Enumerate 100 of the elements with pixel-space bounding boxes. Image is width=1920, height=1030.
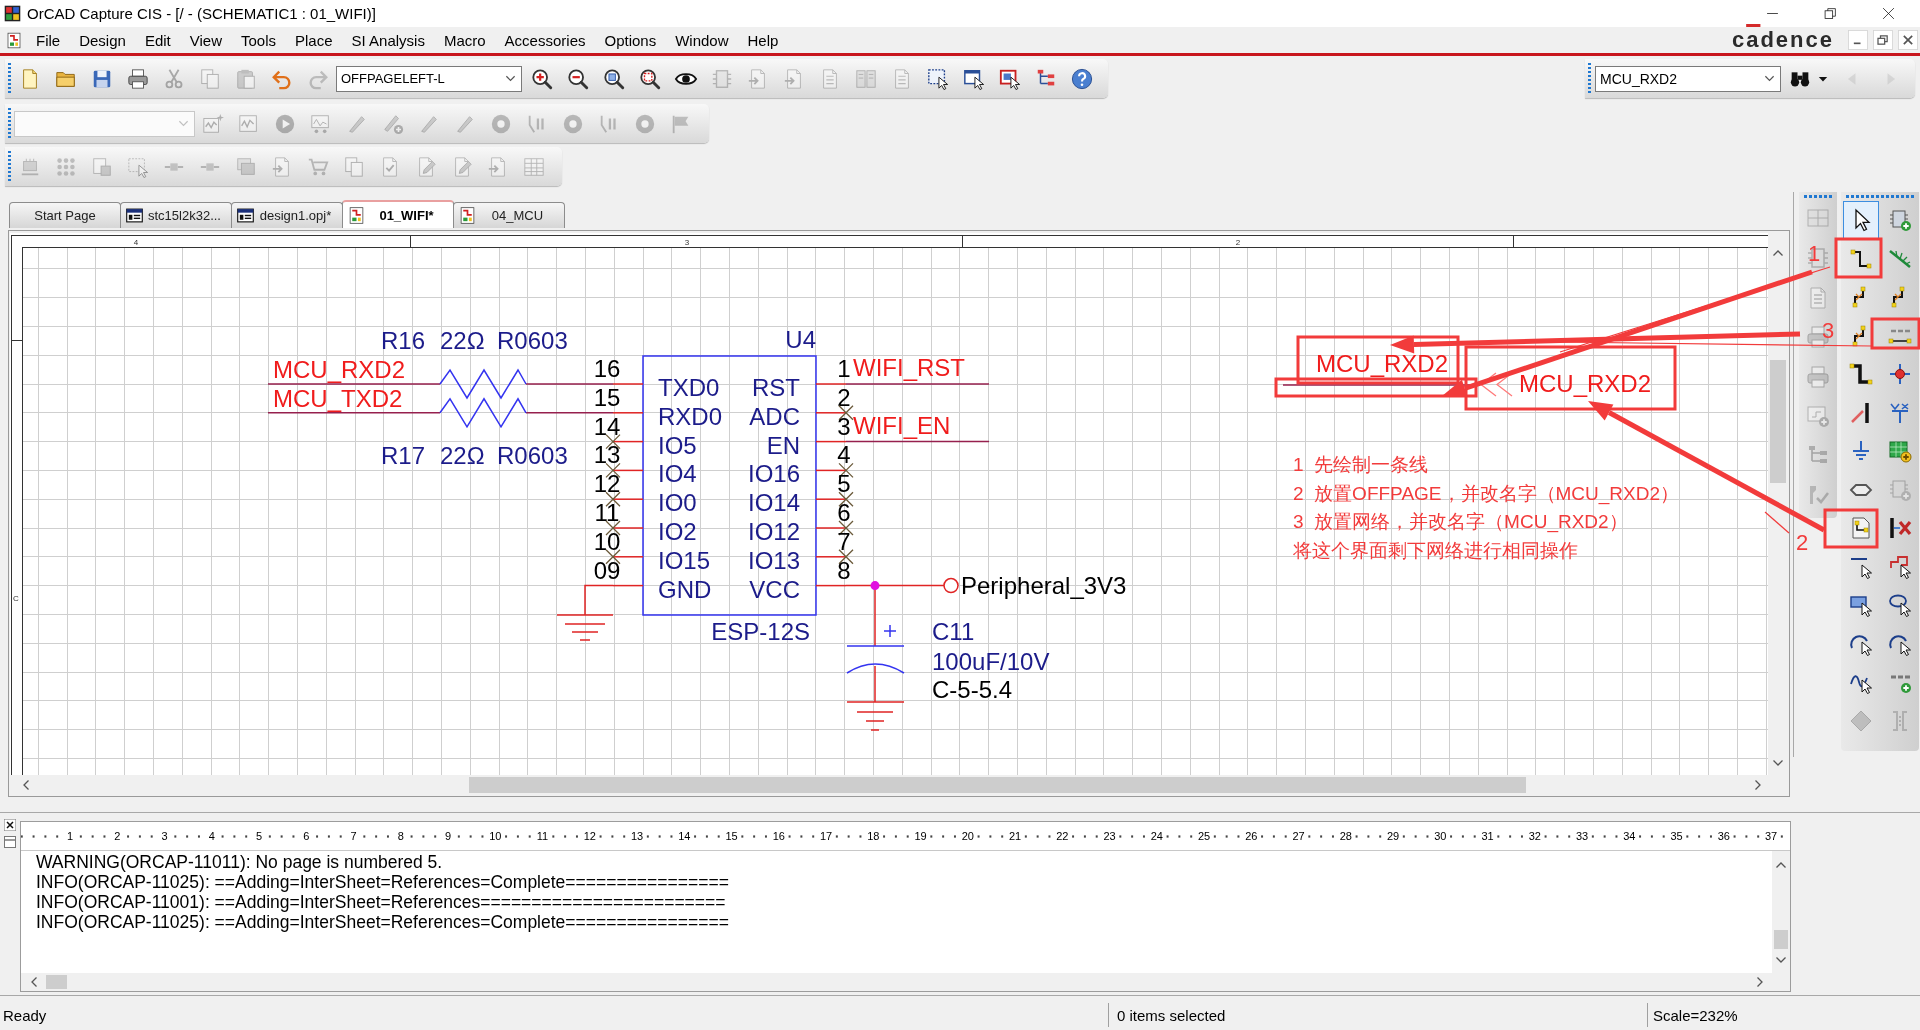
pin-number: 10 [593, 527, 621, 555]
window-title: OrCAD Capture CIS - [/ - (SCHEMATIC1 : 01_WIFI)] [27, 5, 376, 22]
menu-item[interactable]: Edit [144, 31, 171, 49]
net-search-dropdown[interactable]: MCU_RXD2 [1595, 65, 1781, 92]
pin-number: 14 [593, 412, 621, 440]
pin-number: 6 [837, 499, 851, 526]
ruler-number: 29 [1384, 830, 1402, 842]
ruler-number: 31 [1479, 830, 1496, 842]
zoom-out-icon[interactable] [567, 67, 589, 90]
menu-item[interactable]: Macro [443, 31, 486, 49]
footprint-label: C-5-5.4 [932, 676, 1013, 703]
junction-icon[interactable] [1887, 362, 1912, 387]
menu-item[interactable]: Window [675, 31, 729, 49]
chevron-down-icon [178, 118, 189, 129]
toolbar-grip[interactable] [1804, 195, 1832, 198]
pin-number: 7 [837, 527, 851, 555]
pin-name: IO5 [658, 431, 697, 459]
menu-item[interactable]: SI Analysis [351, 31, 425, 49]
ruler-number: 20 [959, 830, 976, 842]
part-plus-icon[interactable] [1887, 208, 1912, 233]
restore-icon[interactable] [1823, 7, 1837, 20]
log-line: WARNING(ORCAP-11011): No page is numbered 5. [36, 852, 443, 872]
ruler-number: 22 [1054, 830, 1071, 842]
zoom-area-icon[interactable] [603, 67, 625, 90]
toolbar-grip[interactable] [8, 108, 11, 139]
offpage-connector-symbol [1479, 372, 1513, 397]
selection-box-icon[interactable] [927, 67, 949, 90]
scrollbar-thumb[interactable] [1774, 930, 1788, 949]
pin-line [612, 527, 644, 529]
frame-cursor-icon[interactable] [999, 67, 1021, 90]
highlight-frame [1870, 317, 1920, 350]
ruler-number: 23 [1101, 830, 1118, 842]
pin-name: IO13 [747, 546, 800, 574]
pointer-icon[interactable] [1842, 201, 1879, 240]
document-icon[interactable] [6, 30, 22, 50]
document-tab[interactable]: design1.opj* [231, 202, 343, 228]
window-cursor-icon[interactable] [963, 67, 985, 90]
help-icon[interactable] [1071, 67, 1093, 90]
pin-name: IO15 [658, 546, 711, 574]
ruler-number: 30 [1432, 830, 1449, 842]
part-value: 22Ω [440, 327, 485, 354]
document-tab[interactable]: stc15l2k32... [120, 202, 232, 228]
log-line: INFO(ORCAP-11025): ==Adding=InterSheet=References=Complete================ [36, 912, 729, 932]
polyline-cursor-icon[interactable] [1887, 554, 1912, 579]
toolbar-grip[interactable] [8, 63, 11, 94]
app-icon [4, 5, 21, 22]
pin-line [815, 440, 847, 443]
status-message: Ready [3, 1006, 47, 1024]
menu-item[interactable]: Place [295, 31, 333, 49]
note-text: 3 放置网络，并改名字（MCU_RXD2） [1293, 511, 1628, 532]
log-line: INFO(ORCAP-11025): ==Adding=InterSheet=References=Complete================ [36, 872, 729, 892]
document-tab[interactable]: Start Page [9, 202, 121, 228]
ruler-number: 37 [1762, 830, 1780, 842]
pin-name: VCC [749, 575, 800, 603]
pin-number: 09 [593, 556, 621, 584]
menu-item[interactable]: Accessories [504, 31, 586, 49]
net-label: WIFI_EN [853, 411, 951, 439]
scrollbar-thumb[interactable] [1770, 360, 1786, 483]
menu-item[interactable]: File [36, 31, 61, 49]
close-icon[interactable] [4, 819, 16, 831]
table-plus-icon[interactable] [1887, 439, 1912, 464]
bus-icon[interactable] [1848, 362, 1873, 387]
panel-icon[interactable] [4, 836, 16, 848]
pin-number: 2 [837, 383, 851, 411]
pin-name: GND [658, 575, 712, 603]
toolbar-grip[interactable] [8, 151, 11, 182]
wire [584, 584, 614, 616]
zoom-in-icon[interactable] [531, 67, 553, 90]
close-icon[interactable] [1881, 7, 1895, 20]
part-reference: R16 [381, 327, 426, 354]
document-tab[interactable]: 04_MCU [453, 202, 565, 228]
menu-item[interactable]: Options [604, 31, 657, 49]
printer-icon[interactable] [127, 67, 149, 90]
menu-item[interactable]: Help [747, 31, 779, 49]
toolbar-grip[interactable] [1846, 195, 1914, 198]
menu-item[interactable]: Design [79, 31, 126, 49]
menu-item[interactable]: View [189, 31, 222, 49]
symbol-dropdown[interactable]: OFFPAGELEFT-L [336, 65, 522, 92]
wire-icon[interactable] [1848, 246, 1873, 271]
pin-number: 5 [837, 470, 851, 498]
footprint-label: R0603 [497, 442, 568, 469]
log-line: INFO(ORCAP-11001): ==Adding=InterSheet=References======================== [36, 892, 726, 912]
toolbar-grip[interactable] [1588, 63, 1591, 94]
ruler-number: 28 [1337, 830, 1354, 842]
restore-icon[interactable] [1873, 30, 1893, 50]
pin-line [612, 440, 644, 443]
document-tab[interactable]: 01_WIFI* [342, 200, 454, 228]
ruler-number: 12 [581, 830, 598, 842]
ruler-number: 36 [1715, 830, 1732, 842]
no-connect-icon[interactable] [1887, 516, 1912, 541]
ruler-number: 25 [1195, 830, 1213, 842]
zoom-fit-icon[interactable] [639, 67, 661, 90]
rectangle-cursor-icon[interactable] [1848, 593, 1873, 618]
ruler-number: 21 [1006, 830, 1024, 842]
ellipse-cursor-icon[interactable] [1887, 593, 1912, 618]
scrollbar-thumb[interactable] [469, 777, 1526, 793]
menu-item[interactable]: Tools [241, 31, 276, 49]
note-text: 2 放置OFFPAGE，并改名字（MCU_RXD2） [1293, 482, 1680, 504]
scrollbar-thumb[interactable] [46, 975, 67, 989]
ruler-number: 14 [676, 830, 693, 842]
